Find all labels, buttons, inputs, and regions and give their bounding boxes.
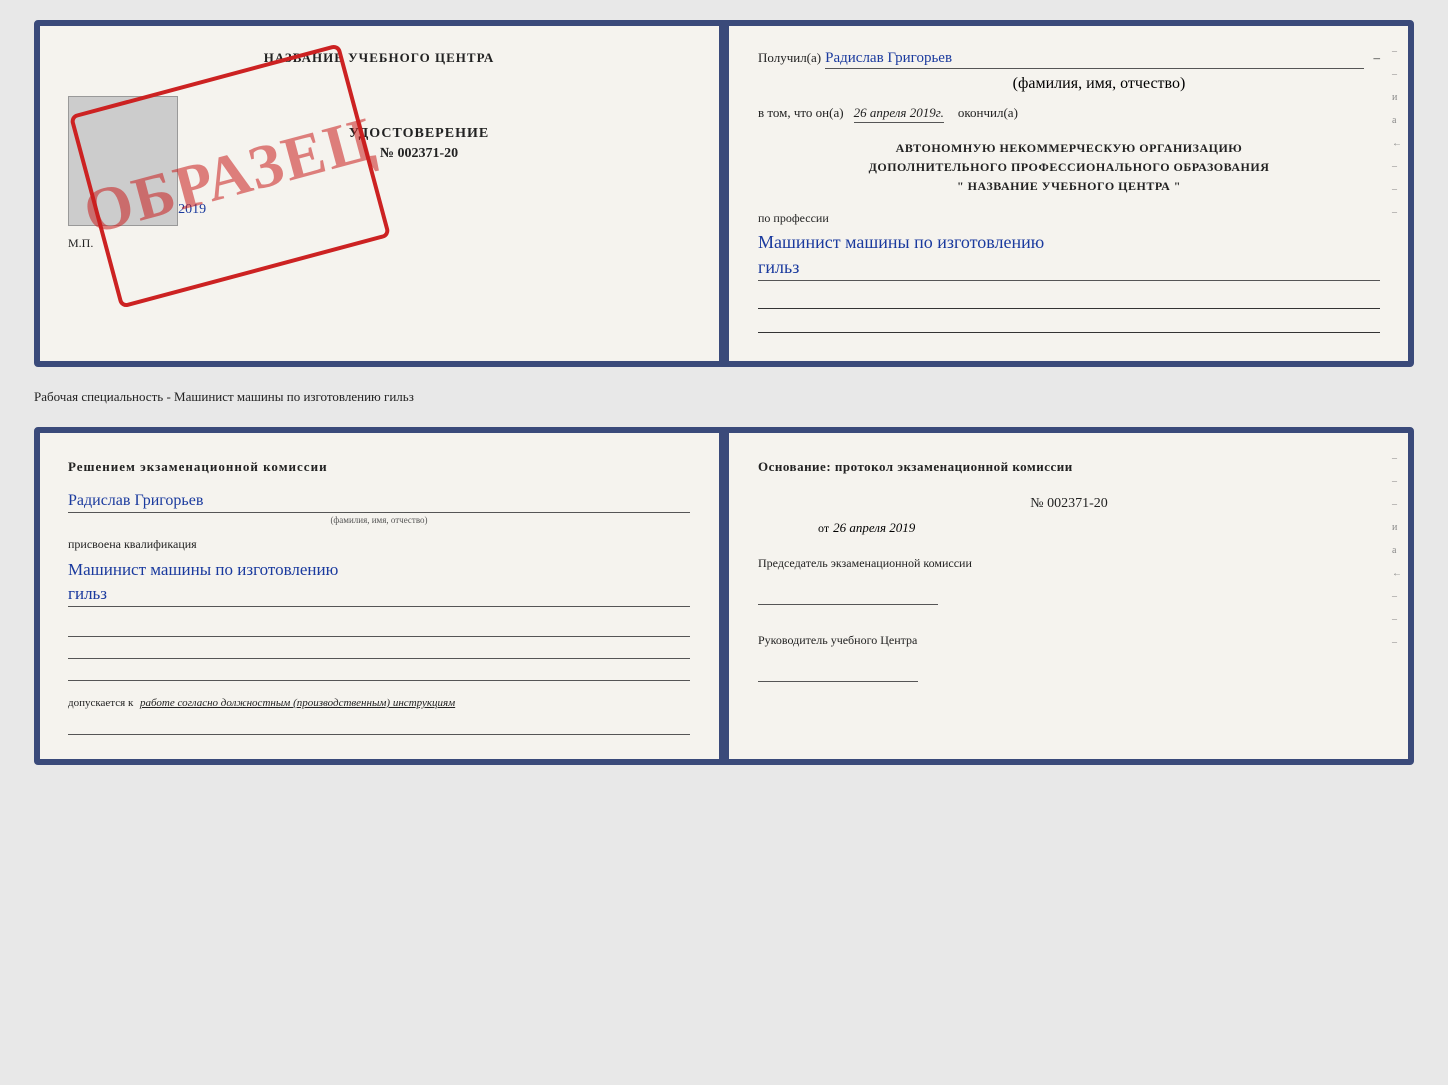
vtom-label: в том, что он(а) [758, 105, 844, 121]
udostoverenie-block: УДОСТОВЕРЕНИЕ № 002371-20 [148, 126, 690, 162]
poluchil-label: Получил(а) [758, 50, 821, 66]
rukovoditel-sig-line [758, 654, 918, 682]
predsedatel-label: Председатель экзаменационной комиссии [758, 556, 1380, 571]
sm5: ← [1392, 138, 1402, 149]
sm3: и [1392, 92, 1402, 103]
osnovanie-label: Основание: протокол экзаменационной коми… [758, 457, 1380, 477]
bsm7: – [1392, 591, 1402, 602]
dopuskaetsya-block: допускается к работе согласно должностны… [68, 697, 690, 709]
sm1: – [1392, 46, 1402, 57]
ot-date: 26 апреля 2019 [833, 520, 915, 536]
bottom-left-half: Решением экзаменационной комиссии Радисл… [40, 433, 718, 759]
org-line1: АВТОНОМНУЮ НЕКОММЕРЧЕСКУЮ ОРГАНИЗАЦИЮ [758, 139, 1380, 158]
sm6: – [1392, 161, 1402, 172]
dopusk-line [68, 713, 690, 735]
sm2: – [1392, 69, 1402, 80]
bottom-side-marks: – – – и а ← – – – [1392, 453, 1402, 648]
dopuskaetsya-label: допускается к [68, 697, 133, 709]
top-right-half: Получил(а) Радислав Григорьев – (фамилия… [718, 26, 1408, 361]
vtom-line: в том, что он(а) 26 апреля 2019г. окончи… [758, 105, 1380, 123]
bsm5: а [1392, 545, 1402, 556]
protocol-number: № 002371-20 [758, 496, 1380, 512]
predsedatel-sig-line [758, 577, 938, 605]
udos-number: № 002371-20 [148, 146, 690, 162]
extra-lines [68, 615, 690, 681]
poluchil-hint: (фамилия, имя, отчество) [1013, 75, 1186, 92]
top-document: НАЗВАНИЕ УЧЕБНОГО ЦЕНТРА УДОСТОВЕРЕНИЕ №… [34, 20, 1414, 367]
org-name: " НАЗВАНИЕ УЧЕБНОГО ЦЕНТРА " [758, 177, 1380, 196]
qualification-text: Машинист машины по изготовлению гильз [68, 558, 690, 607]
photo-area [68, 96, 178, 226]
ot-line: от 26 апреля 2019 [758, 520, 1380, 536]
bottom-name-handwritten: Радислав Григорьев [68, 492, 690, 513]
bsm9: – [1392, 637, 1402, 648]
dash1: – [1374, 50, 1381, 66]
line2 [758, 313, 1380, 333]
poluchil-name: Радислав Григорьев [825, 50, 1363, 69]
bottom-right-half: Основание: протокол экзаменационной коми… [718, 433, 1408, 759]
top-left-half: НАЗВАНИЕ УЧЕБНОГО ЦЕНТРА УДОСТОВЕРЕНИЕ №… [40, 26, 718, 361]
vtom-date: 26 апреля 2019г. [854, 105, 944, 123]
el2 [68, 637, 690, 659]
el1 [68, 615, 690, 637]
okonchil-label: окончил(а) [958, 105, 1018, 121]
rukovoditel-label: Руководитель учебного Центра [758, 633, 1380, 648]
resheniem-label: Решением экзаменационной комиссии [68, 457, 690, 477]
sm4: а [1392, 115, 1402, 126]
po-professii: по профессии [758, 211, 1380, 226]
top-left-title: НАЗВАНИЕ УЧЕБНОГО ЦЕНТРА [68, 50, 690, 66]
org-block: АВТОНОМНУЮ НЕКОММЕРЧЕСКУЮ ОРГАНИЗАЦИЮ ДО… [758, 139, 1380, 197]
prisvoena-label: присвоена квалификация [68, 537, 690, 552]
mp-label: М.П. [68, 236, 690, 251]
sm7: – [1392, 184, 1402, 195]
poluchil-line: Получил(а) Радислав Григорьев – [758, 50, 1380, 69]
sm8: – [1392, 207, 1402, 218]
caption-line: Рабочая специальность - Машинист машины … [34, 385, 1414, 409]
el3 [68, 659, 690, 681]
udos-label: УДОСТОВЕРЕНИЕ [148, 126, 690, 142]
bottom-name-hint: (фамилия, имя, отчество) [68, 515, 690, 525]
dopuskaetsya-text: работе согласно должностным (производств… [140, 697, 455, 709]
bsm1: – [1392, 453, 1402, 464]
right-lines-bottom [758, 289, 1380, 333]
bsm8: – [1392, 614, 1402, 625]
side-marks: – – и а ← – – – [1392, 46, 1402, 218]
bsm2: – [1392, 476, 1402, 487]
bottom-document: Решением экзаменационной комиссии Радисл… [34, 427, 1414, 765]
ot-label: от [818, 521, 829, 536]
profession-text: Машинист машины по изготовлению гильз [758, 230, 1380, 281]
bsm6: ← [1392, 568, 1402, 579]
bsm4: и [1392, 522, 1402, 533]
line1 [758, 289, 1380, 309]
bsm3: – [1392, 499, 1402, 510]
org-line2: ДОПОЛНИТЕЛЬНОГО ПРОФЕССИОНАЛЬНОГО ОБРАЗО… [758, 158, 1380, 177]
